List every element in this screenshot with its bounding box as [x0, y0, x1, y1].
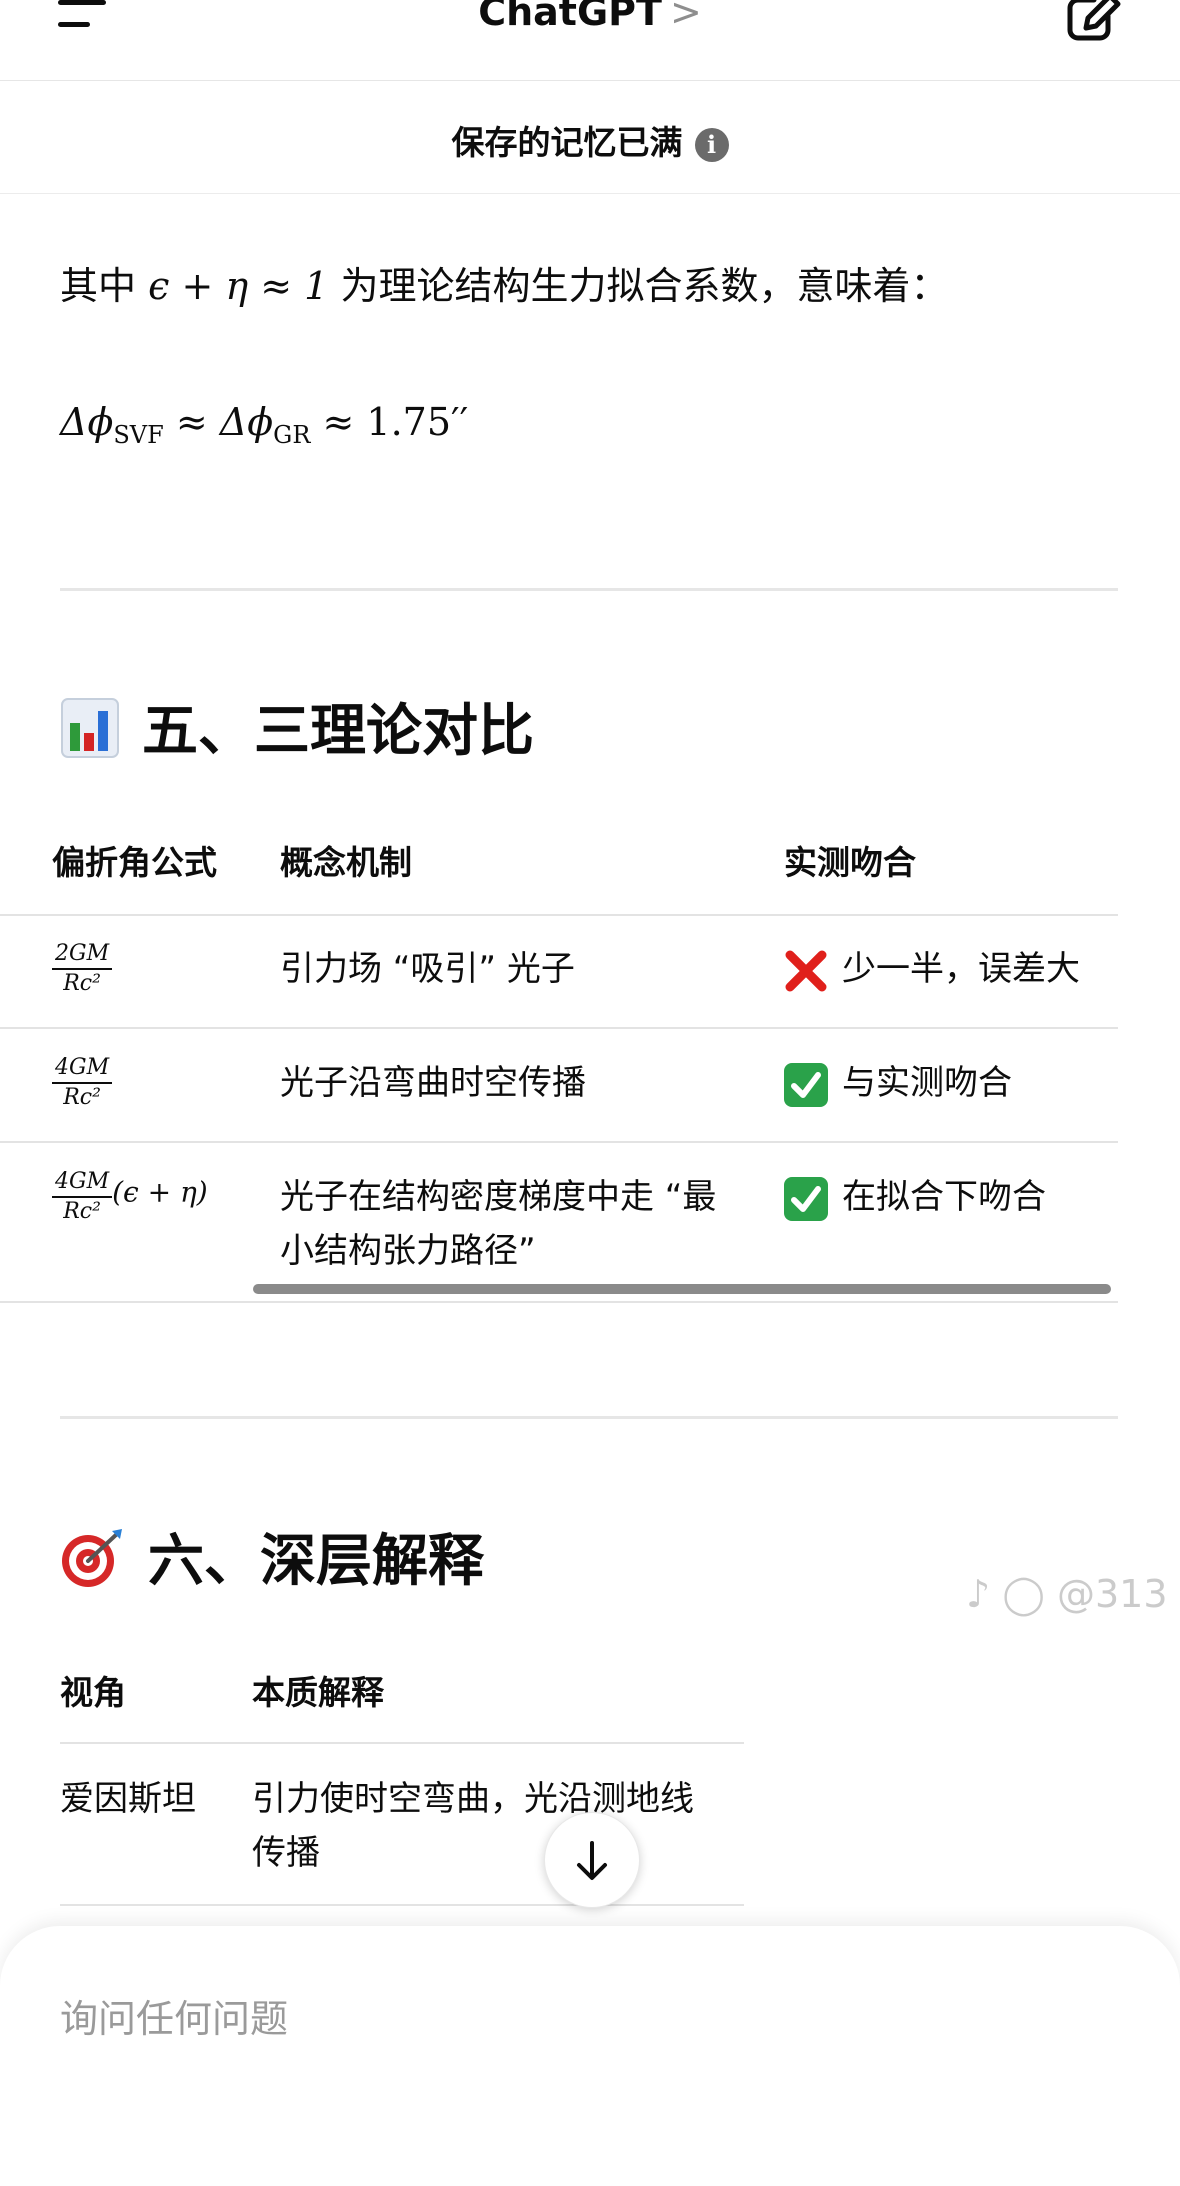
table-header-line — [0, 914, 1118, 916]
formula-cell: 4GM Rc² — [52, 1054, 113, 1112]
col-header-explain: 本质解释 — [252, 1673, 384, 1712]
scroll-to-bottom-button[interactable] — [544, 1812, 640, 1908]
info-icon[interactable]: i — [694, 127, 729, 162]
match-text: 在拟合下吻合 — [842, 1177, 1046, 1217]
fraction-den: Rc² — [63, 971, 101, 996]
formula-suffix: (ϵ + η) — [112, 1175, 208, 1209]
fraction: 4GM Rc² — [52, 1168, 113, 1226]
memory-full-notice: 保存的记忆已满 i — [0, 116, 1180, 164]
match-cell: 与实测吻合 — [784, 1056, 1012, 1110]
chevron-right-icon: > — [669, 0, 702, 34]
eq-sub-gr: GR — [273, 421, 311, 449]
watermark-text: @313 — [1056, 1572, 1168, 1616]
formula-cell: 2GM Rc² — [52, 940, 113, 998]
fraction-num: 2GM — [52, 940, 113, 970]
memory-full-text: 保存的记忆已满 — [451, 123, 683, 162]
fraction-num: 4GM — [52, 1054, 113, 1084]
eq-part2: ≈ Δϕ — [163, 400, 274, 444]
equation-deflection: ΔϕSVF ≈ ΔϕGR ≈ 1.75′′ — [60, 400, 468, 449]
target-dart-icon — [60, 1527, 126, 1603]
user-icon: ◯ — [1002, 1572, 1045, 1616]
check-mark-icon — [784, 1176, 828, 1221]
arrow-down-icon — [577, 1841, 607, 1880]
new-chat-icon[interactable] — [1064, 0, 1124, 42]
app-title[interactable]: ChatGPT > — [0, 0, 1180, 34]
para-prefix: 其中 — [60, 264, 137, 308]
cross-mark-icon — [784, 949, 828, 993]
check-mark-icon — [784, 1062, 828, 1107]
bar-chart-icon — [60, 697, 120, 773]
section-five-heading: 五、三理论对比 — [60, 686, 534, 773]
section-divider — [60, 1416, 1118, 1419]
table-header-line — [60, 1742, 744, 1744]
table-row-line — [0, 1141, 1118, 1143]
fraction-num: 4GM — [52, 1168, 113, 1198]
view-cell: 爱因斯坦 — [60, 1779, 196, 1819]
col-header-view: 视角 — [60, 1673, 126, 1712]
fraction-den: Rc² — [63, 1085, 101, 1110]
eq-sub-svf: SVF — [113, 421, 164, 449]
message-composer[interactable] — [0, 1926, 1180, 2186]
message-input[interactable]: 询问任何问题 — [60, 1988, 288, 2043]
inline-math: ϵ + η ≈ 1 — [148, 264, 329, 308]
match-cell: 少一半，误差大 — [784, 942, 1080, 996]
section-five-title: 五、三理论对比 — [142, 699, 534, 764]
section-divider — [60, 588, 1118, 591]
para-suffix: 为理论结构生力拟合系数，意味着： — [340, 264, 949, 308]
col-header-mechanism: 概念机制 — [280, 843, 412, 882]
col-header-match: 实测吻合 — [784, 843, 916, 882]
section-six-heading: 六、深层解释 — [60, 1516, 484, 1603]
explanation-paragraph: 其中 ϵ + η ≈ 1 为理论结构生力拟合系数，意味着： — [60, 258, 948, 314]
app-title-text: ChatGPT — [478, 0, 662, 34]
table-bottom-line — [0, 1301, 1118, 1303]
section-six-title: 六、深层解释 — [148, 1529, 484, 1594]
fraction: 4GM Rc² — [52, 1054, 113, 1112]
horizontal-scrollbar[interactable] — [253, 1284, 1111, 1294]
eq-part1: Δϕ — [60, 400, 114, 444]
table-row-line — [60, 1904, 744, 1906]
watermark: ♪ ◯ @313 — [966, 1572, 1168, 1616]
formula-cell: 4GM Rc² (ϵ + η) — [52, 1168, 208, 1226]
mechanism-cell: 光子在结构密度梯度中走 “最小结构张力路径” — [280, 1177, 717, 1271]
match-text: 少一半，误差大 — [842, 949, 1080, 989]
fraction: 2GM Rc² — [52, 940, 113, 998]
table-row-line — [0, 1027, 1118, 1029]
match-text: 与实测吻合 — [842, 1063, 1012, 1103]
tiktok-icon: ♪ — [966, 1572, 991, 1616]
mechanism-cell: 引力场 “吸引” 光子 — [280, 949, 575, 989]
mechanism-cell: 光子沿弯曲时空传播 — [280, 1063, 586, 1103]
col-header-formula: 偏折角公式 — [52, 843, 217, 882]
match-cell: 在拟合下吻合 — [784, 1170, 1046, 1224]
fraction-den: Rc² — [63, 1199, 101, 1224]
eq-part3: ≈ 1.75′′ — [310, 400, 469, 444]
